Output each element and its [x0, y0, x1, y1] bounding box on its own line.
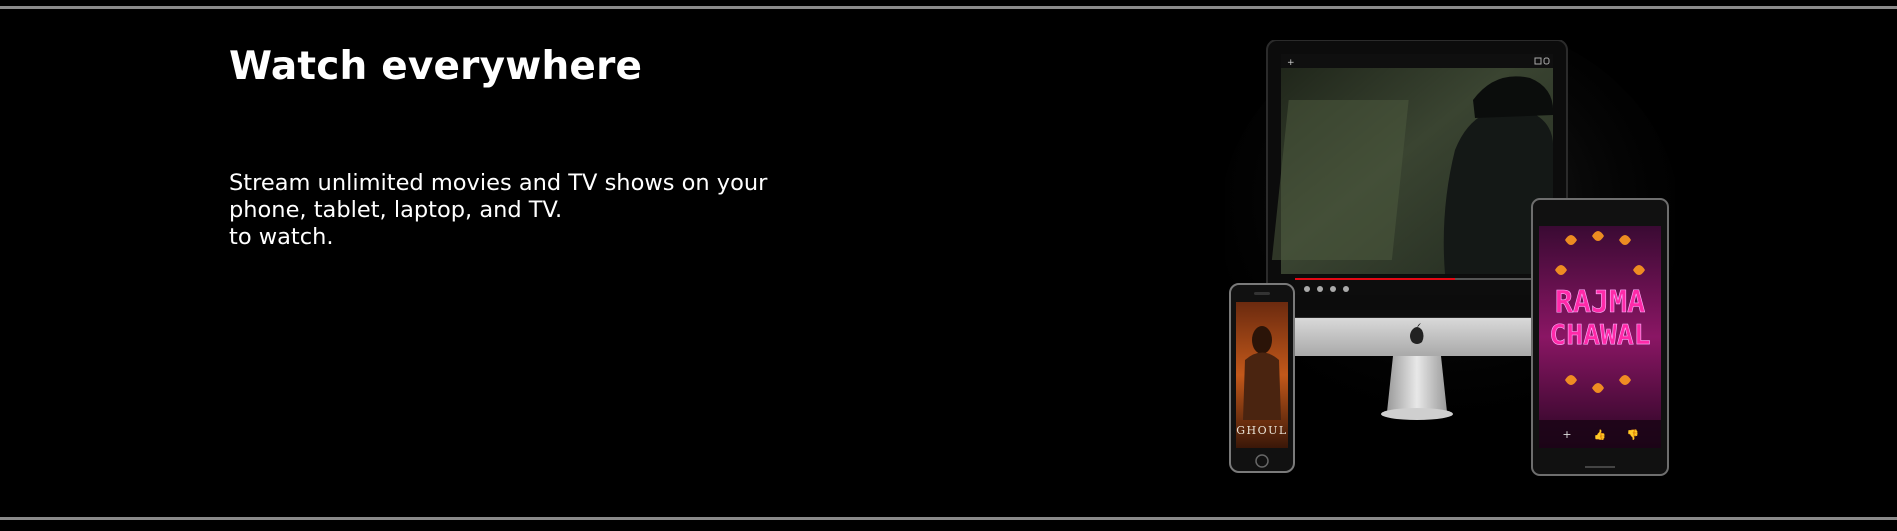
tablet-dislike-icon: 👎: [1627, 429, 1639, 441]
description-line-2: phone, tablet, laptop, and TV.: [229, 197, 563, 223]
description-line-3: to watch.: [229, 224, 334, 250]
description-line-1: Stream unlimited movies and TV shows on …: [229, 170, 768, 196]
play-icon: [1304, 286, 1310, 292]
speaker-icon: [1343, 286, 1349, 292]
progress-bar-filled: [1295, 278, 1455, 280]
phone-device: GHOUL: [1229, 283, 1295, 473]
tablet-add-icon: +: [1562, 428, 1571, 441]
tablet-like-icon: 👍: [1594, 428, 1606, 441]
top-divider: [0, 6, 1897, 9]
tablet-poster-title-2: CHAWAL: [1549, 318, 1650, 351]
devices-illustration: + RAJMA CHAWAL + 👍 👎 GHOUL: [1225, 40, 1675, 480]
forward-icon: [1330, 286, 1336, 292]
section-description: Stream unlimited movies and TV shows on …: [229, 170, 789, 251]
tablet-device: RAJMA CHAWAL + 👍 👎: [1531, 198, 1669, 476]
rewind-icon: [1317, 286, 1323, 292]
bottom-divider: [0, 517, 1897, 520]
phone-poster-title: GHOUL: [1236, 424, 1287, 437]
section-title: Watch everywhere: [229, 44, 643, 89]
tablet-poster-title-1: RAJMA: [1555, 285, 1645, 320]
add-icon: +: [1287, 58, 1295, 68]
